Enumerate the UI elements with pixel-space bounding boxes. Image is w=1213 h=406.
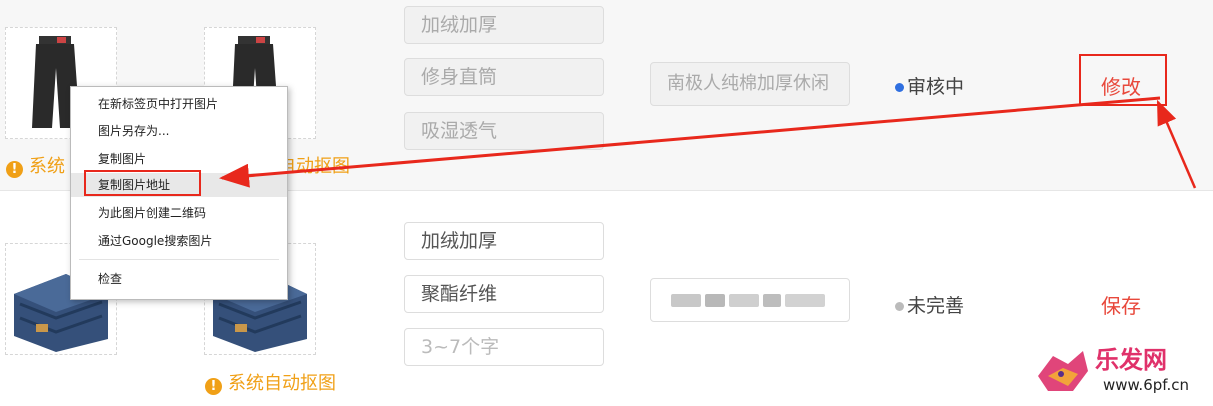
watermark-logo: 乐发网 www.6pf.cn [1033, 340, 1203, 400]
auto-cutout-note-1b: 自动抠图 [278, 156, 350, 177]
status-label: 未完善 [895, 291, 964, 318]
tag-field-1[interactable]: 加绒加厚 [404, 222, 604, 260]
status-label: 审核中 [895, 72, 964, 99]
menu-item-create-qr[interactable]: 为此图片创建二维码 [71, 201, 287, 225]
tag-field-3[interactable]: 3~7个字 [404, 328, 604, 366]
product-name-field[interactable] [650, 278, 850, 322]
tag-field-2[interactable]: 修身直筒 [404, 58, 604, 96]
menu-item-inspect[interactable]: 检查 [71, 267, 287, 291]
lion-logo-icon [1038, 351, 1088, 391]
highlight-copy-address [84, 170, 201, 196]
tag-field-2[interactable]: 聚酯纤维 [404, 275, 604, 313]
watermark-brand: 乐发网 [1095, 345, 1167, 374]
warning-icon: ! [205, 378, 222, 395]
watermark-url: www.6pf.cn [1103, 376, 1189, 394]
status-dot-icon [895, 302, 904, 311]
product-name-field[interactable]: 南极人纯棉加厚休闲 [650, 62, 850, 106]
menu-item-save-image-as[interactable]: 图片另存为... [71, 119, 287, 143]
auto-cutout-note-2: ! 系统自动抠图 [205, 369, 336, 395]
save-button[interactable]: 保存 [1101, 290, 1141, 319]
menu-item-open-new-tab[interactable]: 在新标签页中打开图片 [71, 92, 287, 116]
status-dot-icon [895, 83, 904, 92]
highlight-edit [1079, 54, 1167, 106]
auto-cutout-note-1a: ! 系统 [6, 152, 65, 178]
warning-icon: ! [6, 161, 23, 178]
menu-item-copy-image[interactable]: 复制图片 [71, 147, 287, 171]
blurred-text-icon [671, 294, 825, 307]
menu-divider [79, 259, 279, 260]
menu-item-search-google[interactable]: 通过Google搜索图片 [71, 229, 287, 253]
tag-field-3[interactable]: 吸湿透气 [404, 112, 604, 150]
tag-field-1[interactable]: 加绒加厚 [404, 6, 604, 44]
